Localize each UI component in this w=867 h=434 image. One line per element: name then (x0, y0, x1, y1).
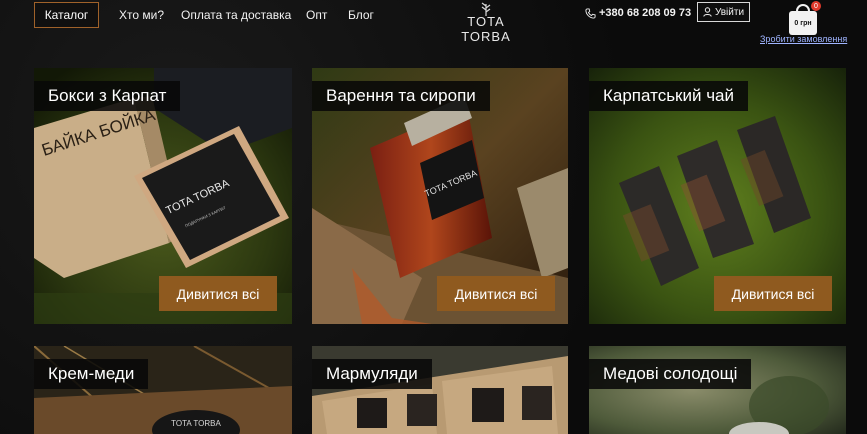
card-title: Крем-меди (34, 359, 149, 389)
user-icon (703, 7, 712, 17)
category-card-tea[interactable]: Карпатський чай Дивитися всі (589, 68, 846, 324)
card-title: Медові солодощі (589, 359, 752, 389)
nav-wholesale[interactable]: Опт (306, 8, 327, 22)
nav-about[interactable]: Хто ми? (119, 8, 164, 22)
nav-catalog[interactable]: Каталог (34, 2, 99, 28)
cart-button[interactable]: 0 грн 0 (788, 1, 821, 35)
cart-count-badge: 0 (811, 1, 821, 11)
cart-amount: 0 грн (789, 11, 817, 35)
category-card-boxes[interactable]: БАЙКА БОЙКА TOTA TORBA ПОДАРУНКИ З КАРПА… (34, 68, 292, 324)
logo-line-1: TOTA (467, 14, 505, 29)
card-title: Мармуляди (312, 359, 432, 389)
nav-blog[interactable]: Блог (348, 8, 374, 22)
place-order-link[interactable]: Зробити замовлення (760, 34, 847, 44)
site-logo[interactable]: TOTA TORBA (456, 14, 516, 44)
category-card-marmalades[interactable]: Мармуляди (312, 346, 568, 434)
phone-number: +380 68 208 09 73 (599, 7, 692, 19)
view-all-button[interactable]: Дивитися всі (714, 276, 832, 311)
category-card-honey-sweets[interactable]: Медові солодощі (589, 346, 846, 434)
logo-line-2: TORBA (461, 29, 511, 44)
view-all-button[interactable]: Дивитися всі (437, 276, 555, 311)
phone-icon (585, 7, 596, 19)
cream-honey-brand-text: TOTA TORBA (171, 419, 221, 428)
card-title: Бокси з Карпат (34, 81, 181, 111)
nav-payment-delivery[interactable]: Оплата та доставка (181, 8, 291, 22)
view-all-button[interactable]: Дивитися всі (159, 276, 277, 311)
login-button[interactable]: Увійти (697, 2, 750, 22)
category-card-cream-honey[interactable]: TOTA TORBA Крем-меди (34, 346, 292, 434)
card-title: Варення та сиропи (312, 81, 490, 111)
site-header: Каталог Хто ми? Оплата та доставка Опт Б… (0, 0, 867, 52)
login-label: Увійти (714, 6, 745, 18)
phone-link[interactable]: +380 68 208 09 73 (585, 7, 691, 19)
category-card-jams[interactable]: TOTA TORBA Варення та сиропи Дивитися вс… (312, 68, 568, 324)
card-title: Карпатський чай (589, 81, 749, 111)
